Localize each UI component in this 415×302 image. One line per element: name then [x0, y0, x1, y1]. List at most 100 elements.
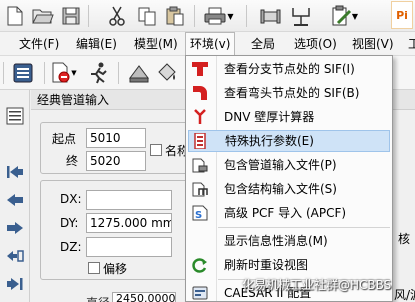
paint-bucket-icon: [158, 63, 176, 81]
chevron-down-icon: ▼: [71, 69, 77, 77]
menu-environment[interactable]: 环境(v): [185, 32, 236, 56]
list-button[interactable]: [10, 59, 36, 87]
menu-edit[interactable]: 编辑(E): [72, 32, 121, 56]
offset-checkbox[interactable]: [88, 262, 100, 274]
copy-icon: [138, 7, 156, 26]
menu-item-include-piping[interactable]: 包含管道输入文件(P): [188, 154, 390, 176]
menu-view[interactable]: 视图(V): [348, 32, 398, 56]
list-view-button[interactable]: [3, 106, 27, 126]
arrow-last-icon: [7, 278, 23, 290]
tee-sif-icon: [192, 62, 208, 76]
dz-input[interactable]: [86, 237, 172, 257]
app-logo: Pi: [391, 1, 413, 29]
dy-input[interactable]: 1275.000 mm: [86, 213, 172, 233]
edit-input-button[interactable]: ▼: [326, 2, 362, 30]
menu-options[interactable]: 选项(O): [290, 32, 341, 56]
clipboard-edit-icon: [332, 5, 351, 26]
dx-label: DX:: [60, 192, 82, 206]
menu-file[interactable]: 文件(F): [15, 32, 63, 56]
configuration-icon: [192, 286, 208, 300]
name-checkbox[interactable]: [150, 144, 162, 156]
menu-item-label: 查看分支节点处的 SIF(I): [224, 62, 355, 76]
dy-label: DY:: [60, 216, 79, 230]
from-node-input[interactable]: 5010: [86, 128, 146, 148]
arrow-insert-icon: [7, 250, 24, 262]
fill-button[interactable]: [154, 59, 180, 87]
cut-button[interactable]: [104, 2, 130, 30]
menu-model[interactable]: 模型(M): [130, 32, 182, 56]
wind-wave-label: 风/波浪: [394, 288, 415, 302]
walk-through-button[interactable]: [86, 59, 112, 87]
offset-label: 偏移: [103, 262, 128, 276]
special-params-icon: [194, 133, 206, 149]
next-element-button[interactable]: [3, 218, 27, 238]
menu-item-tee-sif[interactable]: 查看分支节点处的 SIF(I): [188, 58, 390, 80]
arrow-first-icon: [7, 166, 23, 178]
watermark: 化易机械工业社群@HCBBS: [242, 278, 392, 292]
menu-item-label: 显示信息性消息(M): [224, 234, 328, 248]
svg-text:S: S: [195, 210, 202, 221]
scissors-icon: [109, 6, 125, 26]
copy-button[interactable]: [134, 2, 160, 30]
include-structure-icon: [192, 182, 208, 197]
first-element-button[interactable]: [3, 162, 27, 182]
elevation-icon: [129, 65, 149, 83]
dx-input[interactable]: [86, 190, 172, 210]
menu-item-label: 包含管道输入文件(P): [224, 158, 337, 172]
list-icon: [13, 63, 33, 83]
menu-item-special-params[interactable]: 特殊执行参数(E): [188, 130, 390, 152]
arrow-right-icon: [7, 222, 23, 234]
diameter-input[interactable]: 2450.0000: [112, 292, 176, 302]
new-file-button[interactable]: [2, 2, 28, 30]
menu-item-bend-sif[interactable]: 查看弯头节点处的 SIF(B): [188, 82, 390, 104]
paste-button[interactable]: [162, 2, 188, 30]
previous-element-button[interactable]: [3, 190, 27, 210]
pipe-fitting-icon: [260, 9, 281, 24]
to-node-input[interactable]: 5020: [86, 151, 146, 171]
arrow-left-icon: [7, 194, 23, 206]
menu-item-label: 查看弯头节点处的 SIF(B): [224, 86, 360, 100]
restraint-button[interactable]: [288, 2, 314, 30]
menu-global[interactable]: 全局: [247, 32, 279, 56]
open-folder-icon: [32, 9, 54, 24]
dz-label: DZ:: [60, 240, 82, 254]
save-button[interactable]: [58, 2, 84, 30]
environment-menu: 查看分支节点处的 SIF(I) 查看弯头节点处的 SIF(B) DNV 壁厚计算…: [185, 55, 393, 302]
left-tool-strip: [0, 90, 30, 302]
list-view-icon: [6, 107, 24, 125]
print-button[interactable]: ▼: [202, 2, 236, 30]
main-toolbar: ▼ ▼ Pi: [0, 0, 415, 32]
menu-bar: 文件(F) 编辑(E) 模型(M) 环境(v) 全局 选项(O) 视图(V) 工: [0, 32, 415, 56]
save-icon: [62, 7, 80, 25]
last-element-button[interactable]: [3, 274, 27, 294]
chevron-down-icon: ▼: [227, 11, 234, 21]
open-file-button[interactable]: [30, 2, 56, 30]
bend-sif-icon: [193, 86, 207, 100]
right-panel-label: 核: [398, 232, 411, 246]
paste-icon: [166, 6, 184, 26]
diameter-label: 直径: [86, 294, 110, 302]
menu-item-label: 包含结构输入文件(S): [224, 182, 337, 196]
to-node-label: 终: [66, 154, 79, 168]
menu-tools[interactable]: 工: [404, 32, 415, 56]
elevation-button[interactable]: [126, 59, 152, 87]
printer-icon: [204, 7, 226, 25]
menu-item-include-structure[interactable]: 包含结构输入文件(S): [188, 178, 390, 200]
include-piping-icon: [192, 158, 208, 173]
pipe-fitting-button[interactable]: [258, 2, 284, 30]
chevron-down-icon: ▼: [351, 11, 359, 21]
running-man-icon: [91, 62, 107, 84]
menu-item-dnv-calculator[interactable]: DNV 壁厚计算器: [188, 106, 390, 128]
dnv-calculator-icon: [194, 109, 206, 124]
refresh-view-icon: [192, 258, 207, 273]
from-node-label: 起点: [52, 132, 77, 146]
menu-item-reset-view[interactable]: 刷新时重设视图: [188, 254, 390, 276]
restraint-icon: [292, 8, 310, 26]
menu-item-label: 特殊执行参数(E): [225, 134, 314, 148]
delete-element-button[interactable]: ▼: [50, 59, 78, 87]
insert-element-button[interactable]: [3, 246, 27, 266]
menu-item-pcf-import[interactable]: S 高级 PCF 导入 (APCF): [188, 202, 390, 224]
new-file-icon: [7, 6, 23, 26]
delete-element-icon: [52, 62, 70, 83]
menu-item-show-messages[interactable]: 显示信息性消息(M): [188, 230, 390, 252]
